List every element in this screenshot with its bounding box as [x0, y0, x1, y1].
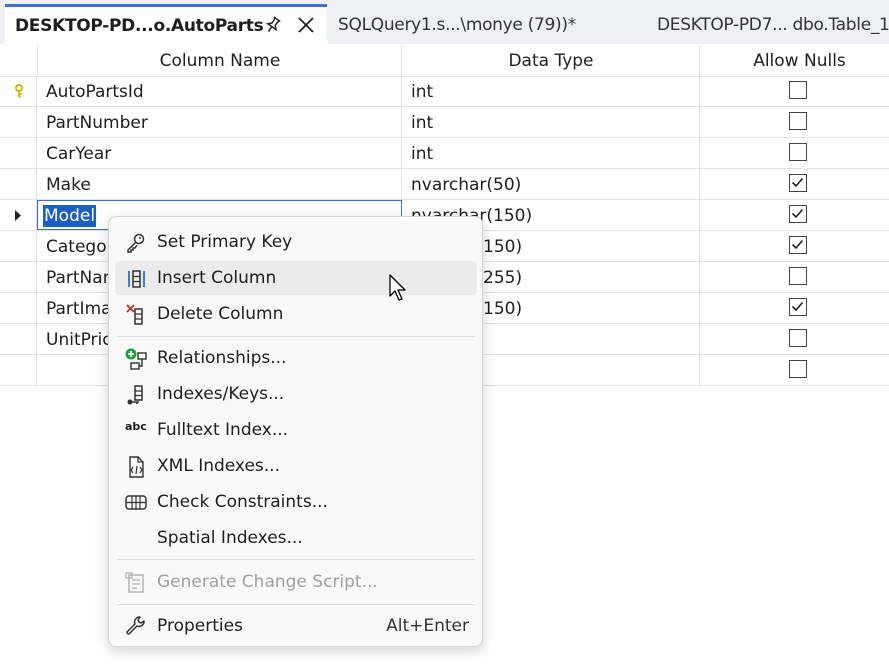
table-row[interactable]: PartNumber int: [0, 107, 889, 138]
header-data-type[interactable]: Data Type: [401, 45, 700, 76]
context-menu: Set Primary Key Insert Column Delete Col…: [108, 216, 483, 647]
menu-item-spatial-indexes[interactable]: Spatial Indexes...: [115, 521, 477, 555]
indexes-keys-icon: [125, 384, 147, 406]
menu-item-label: Delete Column: [157, 304, 284, 324]
fulltext-abc-icon: abc: [125, 420, 147, 433]
table-row[interactable]: AutoPartsId int: [0, 76, 889, 107]
data-type-cell[interactable]: 150): [483, 293, 522, 323]
header-allow-nulls[interactable]: Allow Nulls: [699, 45, 889, 76]
column-name-cell[interactable]: PartNumber: [46, 107, 148, 137]
pin-icon[interactable]: [263, 15, 283, 40]
menu-item-fulltext-index[interactable]: abc Fulltext Index...: [115, 413, 477, 447]
allow-nulls-checkbox[interactable]: [789, 205, 807, 223]
document-tab-strip: DESKTOP-PD...o.AutoParts SQLQuery1.s...\…: [0, 0, 889, 44]
header-column-name[interactable]: Column Name: [37, 45, 402, 76]
header-selector: [0, 45, 37, 76]
allow-nulls-checkbox[interactable]: [789, 267, 807, 285]
column-name-cell[interactable]: Categor: [46, 231, 114, 261]
close-icon[interactable]: [297, 16, 315, 39]
allow-nulls-checkbox[interactable]: [789, 329, 807, 347]
allow-nulls-checkbox[interactable]: [789, 236, 807, 254]
row-selector[interactable]: [0, 262, 37, 292]
menu-item-insert-column[interactable]: Insert Column: [115, 261, 477, 295]
row-selector[interactable]: [0, 231, 37, 261]
data-type-cell[interactable]: 150): [483, 231, 522, 261]
column-name-cell[interactable]: Make: [46, 169, 91, 199]
selected-text: Model: [43, 205, 97, 227]
check-constraints-icon: [125, 492, 147, 514]
allow-nulls-checkbox[interactable]: [789, 174, 807, 192]
menu-item-label: Set Primary Key: [157, 232, 293, 252]
menu-item-label: XML Indexes...: [157, 456, 280, 476]
allow-nulls-checkbox[interactable]: [789, 112, 807, 130]
menu-item-label: Generate Change Script...: [157, 572, 378, 592]
menu-item-label: Spatial Indexes...: [157, 528, 303, 548]
data-type-cell[interactable]: int: [411, 107, 433, 137]
menu-item-delete-column[interactable]: Delete Column: [115, 297, 477, 331]
tab-autoparts[interactable]: DESKTOP-PD...o.AutoParts: [5, 4, 327, 44]
mouse-cursor-icon: [389, 274, 406, 301]
table-row[interactable]: Make nvarchar(50): [0, 169, 889, 200]
menu-item-label: Relationships...: [157, 348, 287, 368]
data-type-cell[interactable]: int: [411, 138, 433, 168]
menu-item-label: Fulltext Index...: [157, 420, 289, 440]
column-name-cell[interactable]: CarYear: [46, 138, 111, 168]
primary-key-icon: [15, 84, 23, 98]
menu-separator: [117, 336, 475, 337]
tab-sqlquery1-label: SQLQuery1.s...\monye (79))*: [338, 15, 576, 35]
current-row-arrow-icon: [15, 210, 21, 221]
relationships-icon: [125, 348, 147, 370]
row-selector[interactable]: [0, 324, 37, 354]
allow-nulls-checkbox[interactable]: [789, 81, 807, 99]
row-selector[interactable]: [0, 200, 37, 230]
menu-item-check-constraints[interactable]: Check Constraints...: [115, 485, 477, 519]
menu-separator: [117, 604, 475, 605]
tab-sqlquery1[interactable]: SQLQuery1.s...\monye (79))*: [338, 6, 576, 44]
row-selector[interactable]: [0, 293, 37, 323]
menu-item-label: Indexes/Keys...: [157, 384, 285, 404]
tab-table1-label: DESKTOP-PD7... dbo.Table_1: [657, 15, 889, 35]
menu-item-indexes-keys[interactable]: Indexes/Keys...: [115, 377, 477, 411]
table-row[interactable]: CarYear int: [0, 138, 889, 169]
data-type-cell[interactable]: int: [411, 76, 433, 106]
key-icon: [125, 232, 147, 254]
menu-item-relationships[interactable]: Relationships...: [115, 341, 477, 375]
menu-separator: [117, 559, 475, 560]
menu-item-generate-change-script: Generate Change Script...: [115, 565, 477, 599]
allow-nulls-checkbox[interactable]: [789, 143, 807, 161]
row-selector[interactable]: [0, 169, 37, 199]
data-type-cell[interactable]: 255): [483, 262, 522, 292]
delete-column-icon: [125, 304, 147, 326]
grid-header: Column Name Data Type Allow Nulls: [0, 45, 889, 77]
tab-autoparts-label: DESKTOP-PD...o.AutoParts: [15, 15, 264, 36]
data-type-cell[interactable]: nvarchar(50): [411, 169, 521, 199]
insert-column-icon: [125, 268, 147, 290]
allow-nulls-checkbox[interactable]: [789, 360, 807, 378]
allow-nulls-checkbox[interactable]: [789, 298, 807, 316]
menu-item-set-primary-key[interactable]: Set Primary Key: [115, 225, 477, 259]
row-selector[interactable]: [0, 355, 37, 385]
menu-item-xml-indexes[interactable]: XML Indexes...: [115, 449, 477, 483]
menu-item-label: Insert Column: [157, 268, 277, 288]
wrench-icon: [125, 616, 147, 638]
generate-script-icon: [125, 572, 147, 594]
tab-table1[interactable]: DESKTOP-PD7... dbo.Table_1: [657, 6, 889, 44]
row-selector[interactable]: [0, 76, 37, 106]
shortcut-label: Alt+Enter: [386, 616, 469, 636]
menu-item-properties[interactable]: Properties Alt+Enter: [115, 609, 477, 643]
menu-item-label: Properties: [157, 616, 243, 636]
column-name-cell[interactable]: AutoPartsId: [46, 76, 144, 106]
row-selector[interactable]: [0, 107, 37, 137]
row-selector[interactable]: [0, 138, 37, 168]
menu-item-label: Check Constraints...: [157, 492, 328, 512]
xml-file-icon: [125, 456, 147, 478]
